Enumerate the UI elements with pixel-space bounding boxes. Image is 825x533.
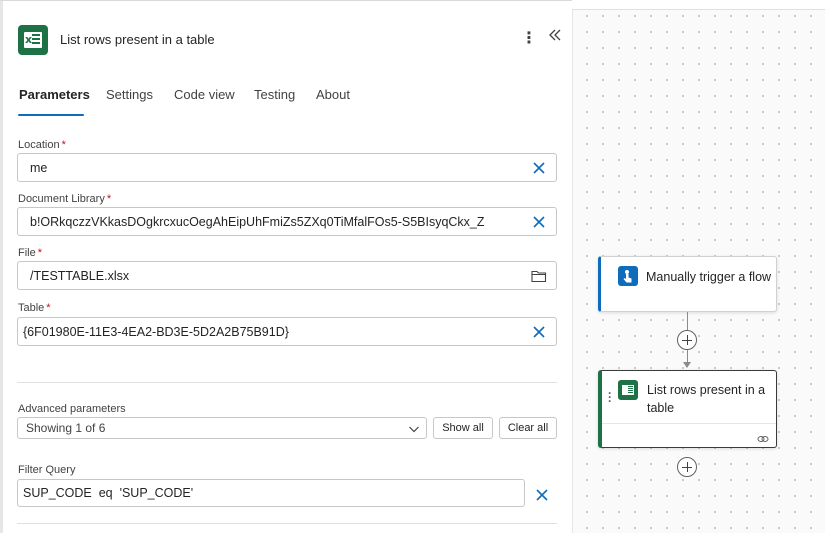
trigger-card-title: Manually trigger a flow (646, 270, 772, 284)
excel-icon (618, 380, 638, 400)
browse-folder-icon[interactable] (531, 269, 547, 283)
bottom-divider (17, 523, 557, 524)
location-field[interactable]: me (17, 153, 557, 182)
add-step-button[interactable] (677, 330, 697, 350)
link-icon (757, 431, 769, 442)
filter-query-input[interactable]: SUP_CODE eq 'SUP_CODE' (17, 479, 525, 507)
remove-filter-query-icon[interactable] (535, 488, 549, 502)
tab-settings[interactable]: Settings (106, 87, 153, 102)
list-rows-action-card[interactable]: · · · List rows present in a table (598, 370, 777, 448)
active-tab-indicator (18, 114, 84, 116)
card-footer-divider (602, 423, 776, 424)
table-value: {6F01980E-11E3-4EA2-BD3E-5D2A2B75B91D} (23, 325, 289, 339)
file-label: File * (18, 247, 43, 259)
panel-header: x List rows present in a table ⋮ (18, 25, 566, 55)
connector-line (687, 350, 688, 362)
trigger-card[interactable]: Manually trigger a flow (598, 256, 777, 312)
canvas-top-bar (572, 0, 825, 10)
table-field[interactable]: {6F01980E-11E3-4EA2-BD3E-5D2A2B75B91D} (17, 317, 557, 346)
clear-location-icon[interactable] (532, 161, 546, 175)
filter-query-value: SUP_CODE eq 'SUP_CODE' (23, 486, 194, 500)
connector-arrow (683, 362, 691, 368)
collapse-panel-icon[interactable] (548, 28, 564, 48)
chevron-down-icon (408, 422, 420, 434)
card-drag-handle-icon[interactable]: · · · (608, 387, 614, 407)
more-options-icon[interactable]: ⋮ (521, 30, 537, 50)
tab-testing[interactable]: Testing (254, 87, 295, 102)
document-library-field[interactable]: b!ORkqczzVKkasDOgkrcxucOegAhEipUhFmiZs5Z… (17, 207, 557, 236)
add-step-button-bottom[interactable] (677, 457, 697, 477)
tab-code-view[interactable]: Code view (174, 87, 235, 102)
connector-line (687, 312, 688, 330)
filter-query-label: Filter Query (18, 464, 76, 476)
manual-trigger-icon (618, 266, 638, 286)
document-library-label: Document Library * (18, 193, 112, 205)
clear-all-button[interactable]: Clear all (499, 417, 557, 439)
panel-title: List rows present in a table (60, 32, 215, 47)
clear-document-library-icon[interactable] (532, 215, 546, 229)
panel-edge (0, 1, 3, 533)
show-all-button[interactable]: Show all (433, 417, 493, 439)
file-value: /TESTTABLE.xlsx (30, 269, 130, 283)
file-field[interactable]: /TESTTABLE.xlsx (17, 261, 557, 290)
advanced-parameters-dropdown[interactable]: Showing 1 of 6 (17, 417, 427, 439)
tab-parameters[interactable]: Parameters (19, 87, 90, 102)
excel-icon: x (18, 25, 48, 55)
tab-about[interactable]: About (316, 87, 350, 102)
table-label: Table * (18, 302, 51, 314)
advanced-dropdown-value: Showing 1 of 6 (26, 421, 106, 435)
location-label: Location * (18, 139, 66, 151)
advanced-parameters-label: Advanced parameters (18, 403, 126, 415)
clear-table-icon[interactable] (532, 325, 546, 339)
section-divider (17, 382, 557, 383)
action-details-panel: x List rows present in a table ⋮ Paramet… (0, 0, 572, 533)
document-library-value: b!ORkqczzVKkasDOgkrcxucOegAhEipUhFmiZs5Z… (30, 215, 485, 229)
location-value: me (30, 161, 48, 175)
action-card-title: List rows present in a table (647, 383, 766, 415)
